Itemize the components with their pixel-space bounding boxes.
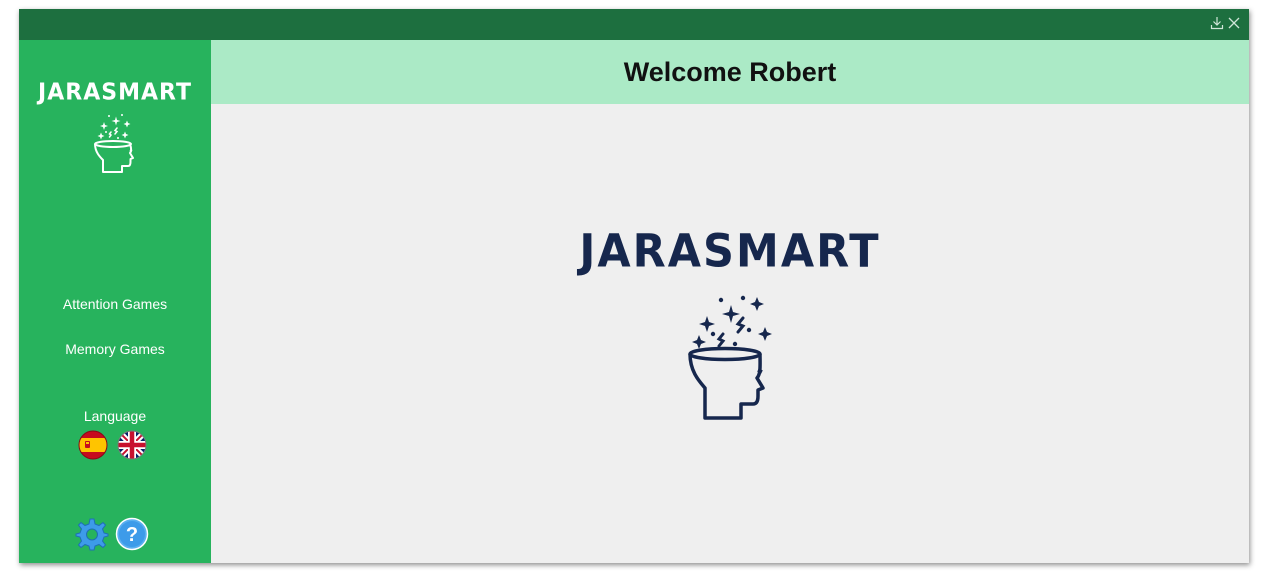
main-brain-head-icon (685, 292, 777, 425)
attention-games-link[interactable]: Attention Games (19, 296, 211, 312)
uk-flag-icon[interactable] (117, 430, 147, 460)
help-icon[interactable]: ? (115, 517, 149, 551)
svg-text:?: ? (126, 524, 138, 546)
page-title: Welcome Robert (623, 57, 837, 87)
brain-head-icon (93, 110, 139, 179)
sidebar-brand-logo: JARASMART (38, 79, 192, 106)
memory-games-link[interactable]: Memory Games (19, 341, 211, 357)
language-label: Language (83, 408, 147, 424)
close-icon[interactable] (1227, 16, 1241, 30)
title-bar (19, 9, 1249, 40)
download-icon[interactable] (1210, 16, 1224, 30)
settings-gear-icon[interactable] (75, 517, 109, 551)
spain-flag-icon[interactable] (78, 430, 108, 460)
main-brand-logo: JARASMART (579, 225, 881, 279)
welcome-header: Welcome Robert (211, 40, 1249, 104)
app-window: JARASMART Attention Games Memory Games L… (19, 9, 1249, 563)
sidebar: JARASMART Attention Games Memory Games L… (19, 40, 211, 563)
